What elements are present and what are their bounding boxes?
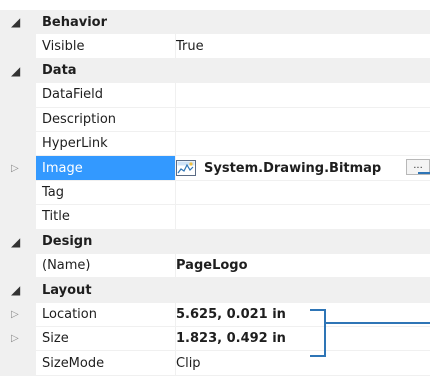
category-label: Data	[42, 63, 77, 79]
row-gutter	[0, 180, 36, 205]
property-row-hyperlink[interactable]: HyperLink	[0, 131, 430, 157]
property-row-image[interactable]: ▷ Image System.Drawing.Bitmap...	[0, 156, 430, 181]
property-row-datafield[interactable]: DataField	[0, 83, 430, 108]
property-value[interactable]	[176, 83, 430, 106]
browse-ellipsis-button[interactable]: ...	[406, 159, 430, 176]
property-value[interactable]	[176, 108, 430, 131]
property-name: Title	[42, 209, 70, 225]
property-name: (Name)	[42, 258, 91, 274]
property-grid: ◢ Behavior Visible True ◢ Data DataField Descri…	[0, 0, 430, 376]
property-value-text: System.Drawing.Bitmap	[204, 160, 382, 176]
category-label: Layout	[42, 282, 92, 298]
property-name: Description	[42, 111, 117, 127]
property-row-name[interactable]: (Name) PageLogo	[0, 253, 430, 279]
row-gutter	[0, 107, 36, 131]
property-row-tag[interactable]: Tag	[0, 180, 430, 206]
property-name: Image	[42, 160, 83, 176]
property-value[interactable]: 1.823, 0.492 in	[176, 327, 430, 350]
category-design[interactable]: ◢ Design	[0, 229, 430, 254]
property-value-text: 1.823, 0.492 in	[176, 331, 286, 347]
row-gutter	[0, 253, 36, 278]
category-behavior[interactable]: ◢ Behavior	[0, 10, 430, 35]
property-row-title[interactable]: Title	[0, 205, 430, 230]
property-name: SizeMode	[42, 355, 105, 371]
property-name: DataField	[42, 87, 104, 103]
property-name: Visible	[42, 38, 85, 54]
property-value-text: Clip	[176, 355, 201, 371]
property-value-text: 5.625, 0.021 in	[176, 306, 286, 322]
expand-collapse-icon[interactable]: ◢	[11, 59, 20, 83]
category-data[interactable]: ◢ Data	[0, 58, 430, 84]
category-label: Behavior	[42, 14, 108, 30]
property-value[interactable]	[176, 132, 430, 155]
property-value[interactable]: 5.625, 0.021 in	[176, 303, 430, 326]
clipped-top-row	[0, 0, 430, 10]
property-name: Tag	[42, 184, 65, 200]
expand-collapse-icon[interactable]: ◢	[11, 278, 20, 302]
property-value[interactable]: PageLogo	[176, 254, 430, 277]
category-label: Design	[42, 234, 93, 250]
property-value[interactable]: True	[176, 34, 430, 57]
property-row-size[interactable]: ▷ Size 1.823, 0.492 in	[0, 327, 430, 352]
bitmap-icon	[176, 160, 196, 177]
property-name: HyperLink	[42, 136, 108, 152]
property-value[interactable]	[176, 181, 430, 204]
property-value[interactable]	[176, 205, 430, 228]
expand-icon[interactable]: ▷	[11, 156, 19, 179]
property-value-text: True	[176, 38, 204, 54]
row-gutter	[0, 34, 36, 58]
property-name: Size	[42, 331, 69, 347]
expand-collapse-icon[interactable]: ◢	[11, 230, 20, 254]
expand-icon[interactable]: ▷	[11, 303, 19, 326]
property-name: Location	[42, 306, 97, 322]
property-rows: ◢ Behavior Visible True ◢ Data DataField Descri…	[0, 10, 430, 376]
row-gutter	[0, 131, 36, 156]
row-gutter	[0, 83, 36, 107]
property-value[interactable]: System.Drawing.Bitmap	[176, 156, 430, 179]
property-row-visible[interactable]: Visible True	[0, 34, 430, 59]
property-value-text: PageLogo	[176, 258, 248, 274]
property-row-sizemode[interactable]: SizeMode Clip	[0, 351, 430, 376]
category-layout[interactable]: ◢ Layout	[0, 278, 430, 303]
property-row-location[interactable]: ▷ Location 5.625, 0.021 in	[0, 302, 430, 328]
property-row-description[interactable]: Description	[0, 107, 430, 132]
row-gutter	[0, 205, 36, 229]
row-gutter	[0, 351, 36, 375]
expand-icon[interactable]: ▷	[11, 327, 19, 350]
expand-collapse-icon[interactable]: ◢	[11, 10, 20, 34]
property-value[interactable]: Clip	[176, 351, 430, 374]
